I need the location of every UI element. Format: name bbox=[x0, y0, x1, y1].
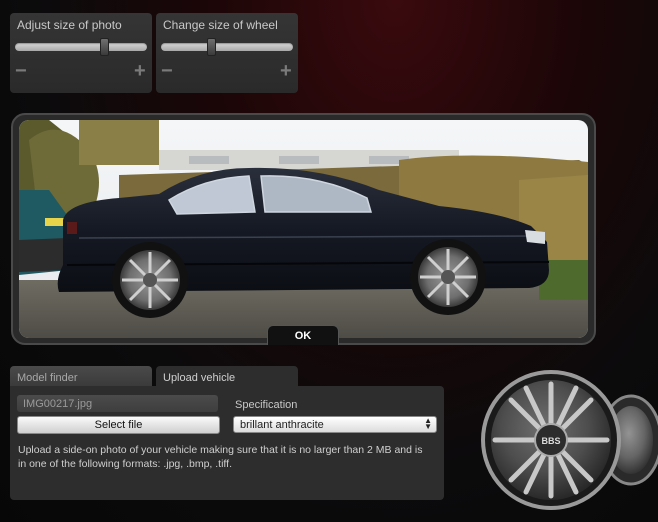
wheel-size-minus-button[interactable]: − bbox=[161, 61, 173, 81]
tab-model-finder[interactable]: Model finder bbox=[10, 366, 152, 387]
ok-button[interactable]: OK bbox=[267, 325, 339, 345]
select-file-button[interactable]: Select file bbox=[17, 416, 220, 434]
specification-label: Specification bbox=[235, 399, 298, 411]
vehicle-photo[interactable] bbox=[19, 120, 588, 338]
bbs-logo: BBS bbox=[541, 436, 560, 446]
specification-select[interactable]: brillant anthracite ▲ ▼ bbox=[233, 416, 437, 433]
car-photo-illustration bbox=[19, 120, 588, 338]
specification-value: brillant anthracite bbox=[240, 419, 324, 431]
photo-size-slider-thumb[interactable] bbox=[100, 38, 109, 56]
photo-size-label: Adjust size of photo bbox=[17, 18, 122, 32]
photo-size-slider[interactable] bbox=[15, 38, 147, 56]
photo-size-panel: Adjust size of photo − + bbox=[10, 13, 152, 93]
upload-help-text: Upload a side-on photo of your vehicle m… bbox=[18, 444, 423, 470]
wheel-size-slider[interactable] bbox=[161, 38, 293, 56]
wheel-product-image: BBS bbox=[481, 370, 658, 510]
wheel-front: BBS bbox=[481, 370, 621, 510]
wheel-size-plus-button[interactable]: + bbox=[280, 61, 292, 81]
wheel-size-label: Change size of wheel bbox=[163, 18, 278, 32]
photo-size-plus-button[interactable]: + bbox=[134, 61, 146, 81]
filename-field[interactable] bbox=[17, 395, 218, 412]
vehicle-preview-frame bbox=[11, 113, 596, 345]
photo-size-minus-button[interactable]: − bbox=[15, 61, 27, 81]
front-wheel bbox=[410, 239, 486, 315]
upload-vehicle-panel: Select file Specification brillant anthr… bbox=[10, 386, 444, 500]
tab-upload-vehicle[interactable]: Upload vehicle bbox=[156, 366, 298, 387]
wheel-size-slider-thumb[interactable] bbox=[207, 38, 216, 56]
select-arrows-icon: ▲ ▼ bbox=[424, 416, 432, 431]
rear-wheel bbox=[112, 242, 188, 318]
wheel-size-panel: Change size of wheel − + bbox=[156, 13, 298, 93]
